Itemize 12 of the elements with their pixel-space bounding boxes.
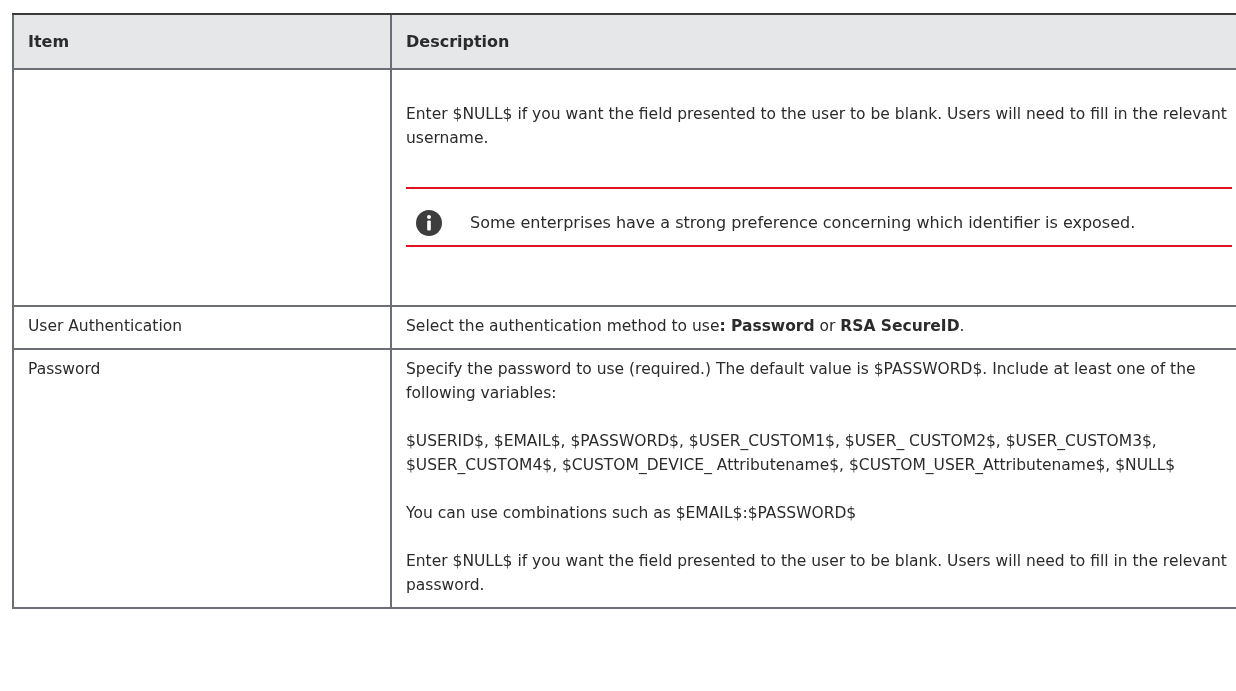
column-header: Description (391, 14, 1236, 69)
description-text: Enter $NULL$ if you want the field presented to the user to be blank. Users will need to fill in the relevant password. (406, 551, 1228, 596)
column-header: Item (13, 14, 391, 69)
description-text: Enter $NULL$ if you want the field presented to the user to be blank. Users will need to fill in the relevant username. (406, 104, 1228, 149)
description-text: You can use combinations such as $EMAIL$:$PASSWORD$ (406, 503, 858, 524)
description-text: Select the authentication method to use: Password or RSA SecureID. (406, 316, 966, 337)
info-icon (416, 210, 442, 236)
item-cell: Password (13, 349, 391, 608)
note-text: Some enterprises have a strong preference concerning which identifier is exposed. (469, 212, 1136, 234)
description-text: Specify the password to use (required.) The default value is $PASSWORD$. Include at least one of the following variables: (406, 359, 1197, 404)
item-cell: User Authentication (13, 306, 391, 349)
description-text: $USERID$, $EMAIL$, $PASSWORD$, $USER_CUSTOM1$, $USER_ CUSTOM2$, $USER_CUSTOM3$, $USER_CUSTOM4$, $CUSTOM_DEVICE_ Attributename$, $CUSTOM_USER_Attributename$, $NULL$ (406, 431, 1177, 476)
